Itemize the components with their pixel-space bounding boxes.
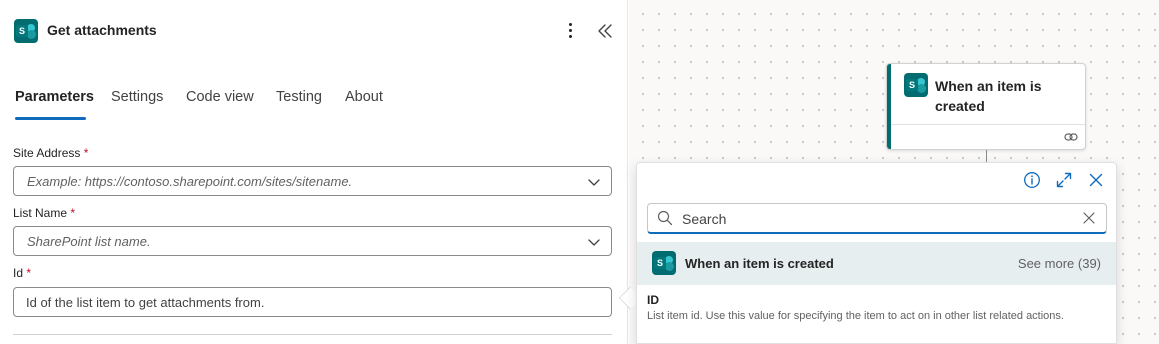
tab-parameters[interactable]: Parameters — [15, 89, 94, 105]
panel-header: S Get attachments — [0, 0, 628, 62]
close-icon[interactable] — [1087, 171, 1105, 189]
panel-title: Get attachments — [47, 22, 157, 38]
sharepoint-icon: S — [652, 251, 676, 275]
tab-about[interactable]: About — [345, 89, 383, 105]
search-icon — [657, 210, 673, 226]
id-input-value: Id of the list item to get attachments f… — [26, 295, 265, 310]
list-name-placeholder: SharePoint list name. — [27, 234, 151, 249]
site-address-placeholder: Example: https://contoso.sharepoint.com/… — [27, 174, 353, 189]
site-address-label-text: Site Address — [13, 146, 81, 160]
id-label: Id * — [13, 266, 31, 280]
info-icon[interactable] — [1023, 171, 1041, 189]
required-marker: * — [26, 266, 32, 280]
dynamic-content-group[interactable]: S When an item is created See more (39) — [637, 242, 1116, 285]
required-marker: * — [70, 206, 76, 220]
required-marker: * — [83, 146, 89, 160]
group-label: When an item is created — [685, 256, 834, 271]
site-address-dropdown[interactable]: Example: https://contoso.sharepoint.com/… — [13, 166, 612, 196]
link-icon — [1064, 133, 1078, 141]
trigger-card[interactable]: S When an item is created — [886, 63, 1086, 150]
divider — [13, 334, 612, 335]
more-vertical-icon — [568, 23, 572, 26]
dynamic-content-item-title[interactable]: ID — [647, 293, 659, 307]
sharepoint-icon: S — [14, 19, 38, 43]
id-input[interactable]: Id of the list item to get attachments f… — [13, 287, 612, 317]
chevron-down-icon — [588, 179, 600, 186]
tab-code-view[interactable]: Code view — [186, 89, 254, 105]
more-options-button[interactable] — [560, 20, 580, 42]
active-tab-indicator — [15, 117, 86, 120]
collapse-panel-button[interactable] — [596, 20, 616, 42]
dynamic-content-item-description: List item id. Use this value for specify… — [647, 310, 1064, 322]
flow-connector — [986, 150, 987, 162]
tab-settings[interactable]: Settings — [111, 89, 163, 105]
trigger-card-title: When an item is created — [935, 78, 1042, 114]
sharepoint-icon: S — [904, 73, 928, 97]
clear-icon[interactable] — [1082, 211, 1096, 225]
list-name-dropdown[interactable]: SharePoint list name. — [13, 226, 612, 256]
search-input[interactable]: Search — [647, 203, 1107, 234]
dynamic-content-popup: Search S When an item is created See mor… — [636, 162, 1117, 344]
id-label-text: Id — [13, 266, 24, 280]
double-chevron-left-icon — [598, 24, 612, 38]
tab-testing[interactable]: Testing — [276, 89, 322, 105]
card-divider — [891, 124, 1085, 125]
action-details-panel: S Get attachments Parameters Settings Co… — [0, 0, 628, 344]
site-address-label: Site Address * — [13, 146, 88, 160]
expand-icon[interactable] — [1055, 171, 1073, 189]
see-more-link[interactable]: See more (39) — [1018, 256, 1101, 271]
card-accent — [887, 64, 891, 149]
chevron-down-icon — [588, 239, 600, 246]
search-placeholder: Search — [682, 211, 727, 227]
list-name-label-text: List Name — [13, 206, 68, 220]
list-name-label: List Name * — [13, 206, 75, 220]
